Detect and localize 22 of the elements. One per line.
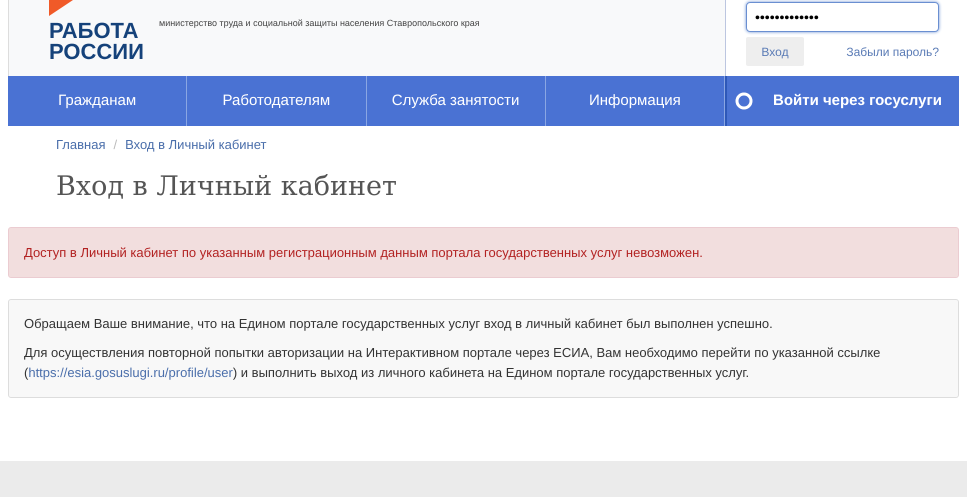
header-subtitle: министерство труда и социальной защиты населения Ставропольского края <box>159 18 480 28</box>
logo-text: РОССИИ <box>49 41 145 62</box>
esia-link[interactable]: https://esia.gosuslugi.ru/profile/user <box>28 365 233 380</box>
logo-text: РАБОТА <box>49 20 140 41</box>
nav-link[interactable]: Гражданам <box>8 76 188 126</box>
gosuslugi-label: Войти через госуслуги <box>772 90 942 111</box>
nav-link[interactable]: Работодателям <box>187 76 366 126</box>
error-alert: Доступ в Личный кабинет по указанным регистрационным данным портала государственных услуг невозможен. <box>8 227 959 278</box>
logo-triangle-icon <box>49 0 73 16</box>
info-text: Обращаем Ваше внимание, что на Едином портале государственных услуг вход в личный кабинет был выполнен успешно. <box>24 315 774 333</box>
login-button[interactable]: Вход <box>746 37 804 66</box>
breadcrumb-link[interactable]: Вход в Личный кабинет <box>125 135 266 154</box>
nav-link[interactable]: Информация <box>546 76 725 126</box>
info-text: Для осуществления повторной попытки авторизации на Интерактивном портале через ЕСИА, Вам необходимо перейти по указанной ссылке (https://esia.gosuslugi.ru/profile/user) и выполнить выход из личного кабинета на Едином портале государственных услуг. <box>24 344 882 382</box>
breadcrumb-separator: / <box>113 136 118 154</box>
gosuslugi-login-link[interactable]: Войти через госуслуги <box>725 76 959 126</box>
page-title: Вход в Личный кабинет <box>55 170 398 204</box>
circle-icon <box>735 92 753 110</box>
nav-link[interactable]: Служба занятости <box>366 76 546 126</box>
password-field[interactable]: ••••••••••••• <box>746 2 939 32</box>
forgot-password-link[interactable]: Забыли пароль? <box>846 42 939 60</box>
breadcrumb-link[interactable]: Главная <box>56 135 106 154</box>
